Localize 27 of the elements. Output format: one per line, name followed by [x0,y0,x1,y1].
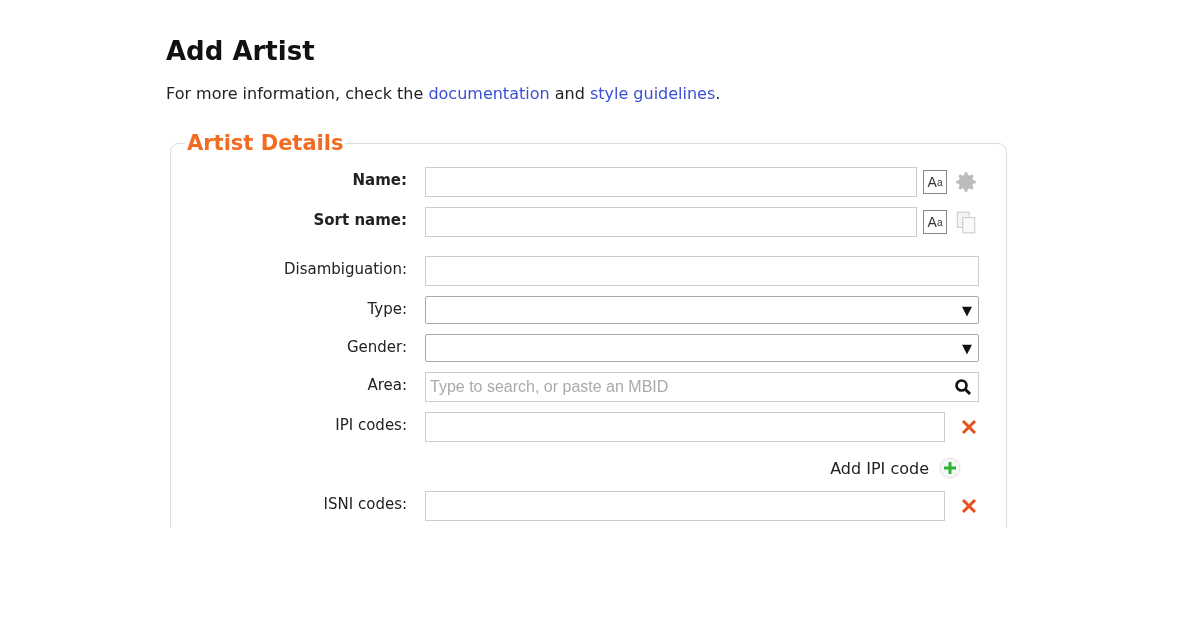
add-icon[interactable] [939,457,961,479]
select-field[interactable]: ▼ [425,296,979,324]
text-field[interactable] [425,412,945,442]
field-label: Gender: [345,337,407,356]
style-guidelines-link[interactable]: style guidelines [589,84,716,103]
search-icon[interactable] [954,378,972,396]
add-ipi-code-link[interactable]: Add IPI code [830,458,929,478]
text-field[interactable] [425,256,979,286]
fieldset-legend: Artist Details [185,131,346,155]
field-label: Area: [366,375,407,394]
select-field[interactable]: ▼ [425,334,979,362]
gear-icon[interactable] [953,169,979,195]
search-field[interactable]: Type to search, or paste an MBID [425,372,979,402]
remove-icon[interactable] [959,417,979,437]
intro-text: For more information, check the documentation and style guidelines. [166,84,722,103]
remove-icon[interactable] [959,496,979,516]
field-label: Name: [351,170,407,189]
field-label: ISNI codes: [322,494,407,513]
documentation-link[interactable]: documentation [428,84,550,103]
text-field[interactable] [425,167,917,197]
text-field[interactable] [425,491,945,521]
text-field[interactable] [425,207,917,237]
page-title: Add Artist [166,36,316,66]
field-label: Sort name: [312,210,407,229]
field-label: IPI codes: [334,415,407,434]
field-label: Type: [366,299,407,318]
field-label: Disambiguation: [282,259,407,278]
